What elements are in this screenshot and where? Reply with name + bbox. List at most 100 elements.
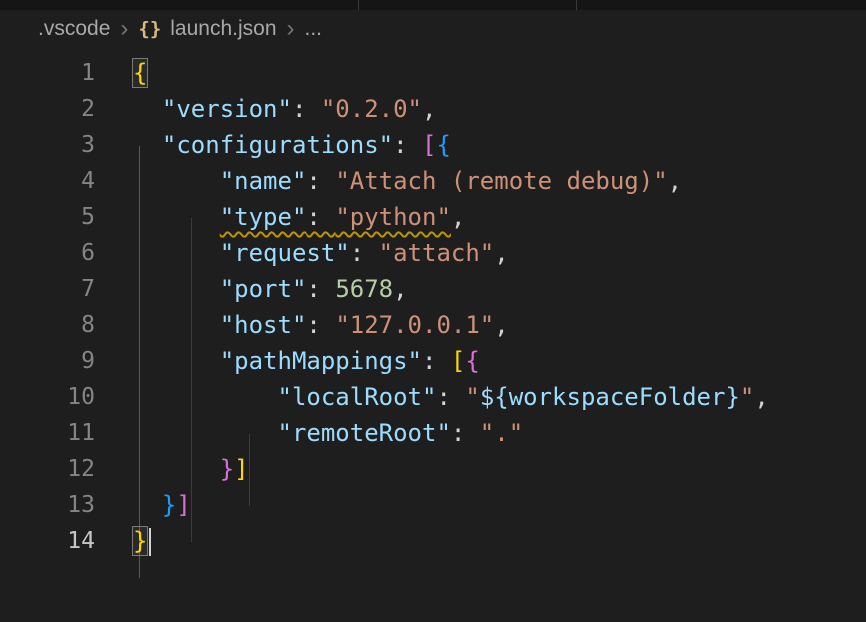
code-line[interactable]: "remoteRoot": "." (133, 415, 769, 451)
code-line[interactable]: { (133, 55, 769, 91)
code-token (133, 419, 278, 447)
code-line[interactable]: "version": "0.2.0", (133, 91, 769, 127)
code-token: "request" (220, 239, 350, 267)
code-token: , (393, 275, 407, 303)
text-cursor (149, 528, 151, 556)
line-number[interactable]: 5 (0, 199, 95, 235)
line-number[interactable]: 4 (0, 163, 95, 199)
code-token: ${workspaceFolder} (480, 383, 740, 411)
code-token: } (220, 455, 234, 483)
chevron-right-icon: › (287, 17, 295, 41)
line-number[interactable]: 10 (0, 379, 95, 415)
code-line[interactable]: "request": "attach", (133, 235, 769, 271)
code-line[interactable]: "name": "Attach (remote debug)", (133, 163, 769, 199)
line-number[interactable]: 12 (0, 451, 95, 487)
tab-divider (358, 0, 359, 10)
code-token (133, 239, 220, 267)
code-token (133, 491, 162, 519)
code-token: "localRoot" (278, 383, 437, 411)
line-number[interactable]: 14 (0, 523, 95, 559)
gutter[interactable]: 1234567891011121314 (0, 55, 95, 559)
code-token: , (451, 203, 465, 231)
line-number[interactable]: 3 (0, 127, 95, 163)
code-token: { (436, 131, 450, 159)
code-token: "configurations" (162, 131, 393, 159)
code-token (133, 275, 220, 303)
code-token: [ (422, 131, 436, 159)
code-token (133, 347, 220, 375)
code-line[interactable]: "port": 5678, (133, 271, 769, 307)
code-token: "Attach (remote debug)" (335, 167, 667, 195)
code-line[interactable]: "pathMappings": [{ (133, 343, 769, 379)
code-line[interactable]: "type": "python", (133, 199, 769, 235)
code-token: , (494, 311, 508, 339)
code-token: "port" (220, 275, 307, 303)
code-token: "name" (220, 167, 307, 195)
code-token: : (436, 383, 465, 411)
code-token (133, 455, 220, 483)
code-token: "remoteRoot" (278, 419, 451, 447)
code-token: : (306, 275, 335, 303)
code-token (133, 311, 220, 339)
chevron-right-icon: › (120, 17, 128, 41)
line-number[interactable]: 8 (0, 307, 95, 343)
code-token: : (451, 419, 480, 447)
breadcrumb-file[interactable]: launch.json (170, 17, 276, 41)
line-number[interactable]: 2 (0, 91, 95, 127)
code-line[interactable]: "configurations": [{ (133, 127, 769, 163)
code-token (133, 167, 220, 195)
code-token (133, 383, 278, 411)
code-line[interactable]: }] (133, 487, 769, 523)
code-token: "python" (335, 203, 451, 231)
code-token: ] (234, 455, 248, 483)
code-token: : (306, 203, 335, 231)
breadcrumb-folder[interactable]: .vscode (38, 17, 110, 41)
code-token: : (422, 347, 451, 375)
breadcrumb-symbol-ellipsis[interactable]: ... (305, 17, 323, 41)
code-token: "host" (220, 311, 307, 339)
code-token: : (306, 311, 335, 339)
code-token: "127.0.0.1" (335, 311, 494, 339)
code-line[interactable]: "host": "127.0.0.1", (133, 307, 769, 343)
code-token: , (668, 167, 682, 195)
code-token: 5678 (335, 275, 393, 303)
code-line[interactable]: }] (133, 451, 769, 487)
code-token (133, 95, 162, 123)
code-token: " (740, 383, 754, 411)
code-token: , (422, 95, 436, 123)
code-token: "attach" (379, 239, 495, 267)
code-token: , (494, 239, 508, 267)
code-token: [ (451, 347, 465, 375)
line-number[interactable]: 1 (0, 55, 95, 91)
line-number[interactable]: 13 (0, 487, 95, 523)
code-token (133, 131, 162, 159)
code-token: { (465, 347, 479, 375)
code-token: " (465, 383, 479, 411)
line-number[interactable]: 11 (0, 415, 95, 451)
code-token: : (350, 239, 379, 267)
code-token: ] (176, 491, 190, 519)
code-token: , (754, 383, 768, 411)
code-token: : (306, 167, 335, 195)
code-token: : (292, 95, 321, 123)
line-number[interactable]: 6 (0, 235, 95, 271)
line-number[interactable]: 7 (0, 271, 95, 307)
code-token: "type" (220, 203, 307, 231)
code-token (133, 203, 220, 231)
code-token: } (162, 491, 176, 519)
code-token: "0.2.0" (321, 95, 422, 123)
line-number[interactable]: 9 (0, 343, 95, 379)
json-file-icon: {} (138, 18, 161, 40)
matched-bracket: } (133, 527, 147, 555)
code-line[interactable]: } (133, 523, 769, 559)
code-token: "." (480, 419, 523, 447)
code-token: "version" (162, 95, 292, 123)
breadcrumb: .vscode › {} launch.json › ... (38, 12, 322, 46)
tab-bar (0, 0, 866, 10)
matched-bracket: { (133, 59, 147, 87)
code-line[interactable]: "localRoot": "${workspaceFolder}", (133, 379, 769, 415)
code-area[interactable]: { "version": "0.2.0", "configurations": … (133, 55, 769, 559)
code-token: "pathMappings" (220, 347, 422, 375)
tab-divider (576, 0, 577, 10)
code-token: : (393, 131, 422, 159)
